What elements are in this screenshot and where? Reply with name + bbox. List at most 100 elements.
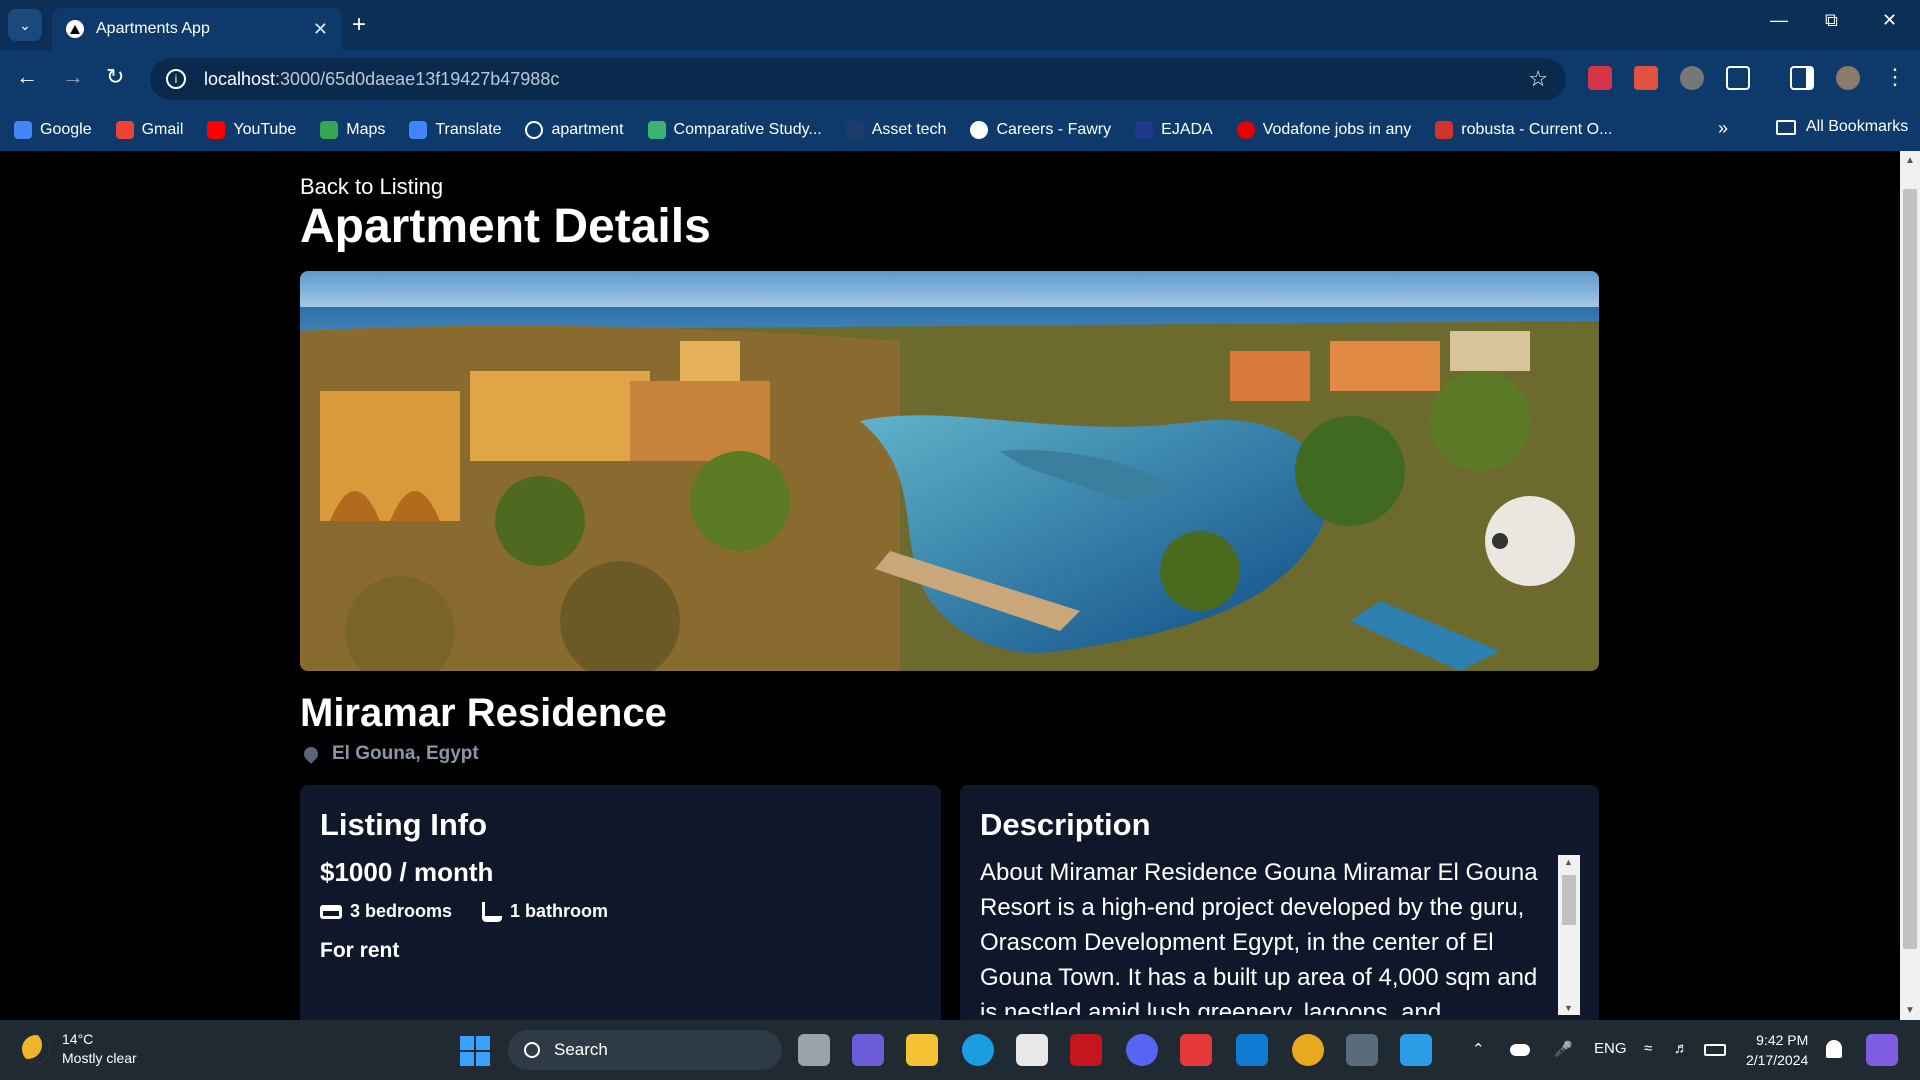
bookmark-label: EJADA — [1161, 120, 1213, 138]
mcafee-icon[interactable] — [1070, 1034, 1102, 1066]
teams-icon[interactable] — [852, 1034, 884, 1066]
site-info-icon[interactable]: i — [166, 69, 186, 89]
more-bookmarks-icon[interactable]: » — [1718, 118, 1728, 139]
description-card: Description About Miramar Residence Goun… — [960, 785, 1599, 1020]
bookmark-robusta[interactable]: robusta - Current O... — [1435, 120, 1612, 139]
active-tab[interactable]: Apartments App ✕ — [52, 8, 342, 50]
bookmark-vodafone[interactable]: Vodafone jobs in any — [1236, 120, 1411, 139]
scroll-down-icon[interactable]: ▼ — [1905, 1005, 1915, 1016]
bookmark-star-icon[interactable]: ☆ — [1528, 66, 1548, 92]
bedrooms-label: 3 bedrooms — [350, 901, 453, 921]
extensions-puzzle-icon[interactable] — [1726, 66, 1750, 90]
copilot-icon[interactable] — [1866, 1034, 1898, 1066]
task-view-icon[interactable] — [798, 1034, 830, 1066]
bookmark-google[interactable]: Google — [14, 120, 92, 139]
tab-strip: ⌄ Apartments App ✕ + — ⧉ ✕ — [0, 0, 1920, 50]
bookmark-ejada[interactable]: EJADA — [1135, 120, 1213, 139]
bathrooms: 1 bathroom — [482, 901, 608, 922]
side-panel-icon[interactable] — [1790, 66, 1814, 90]
file-explorer-icon[interactable] — [906, 1034, 938, 1066]
anydesk-icon[interactable] — [1180, 1034, 1212, 1066]
restore-icon[interactable]: ⧉ — [1825, 10, 1838, 31]
close-icon[interactable]: ✕ — [313, 19, 328, 40]
store-icon[interactable] — [1016, 1034, 1048, 1066]
google-icon — [14, 120, 32, 139]
bookmark-gmail[interactable]: Gmail — [115, 120, 184, 139]
bookmark-asset-tech[interactable]: Asset tech — [845, 120, 947, 139]
weather-widget[interactable]: 14°C Mostly clear — [22, 1030, 137, 1068]
taskbar: 14°C Mostly clear Search ⌃ 🎤 ENG ≈ ♬ 9:4… — [0, 1020, 1920, 1080]
bookmark-apartment[interactable]: apartment — [525, 120, 624, 139]
scroll-up-icon[interactable]: ▲ — [1905, 155, 1915, 166]
windows-start-icon[interactable] — [460, 1036, 490, 1066]
notification-bell-icon[interactable] — [1826, 1040, 1842, 1058]
bookmark-maps[interactable]: Maps — [320, 120, 386, 139]
bookmark-comparative-study[interactable]: Comparative Study... — [647, 120, 822, 139]
maps-icon — [320, 120, 339, 139]
menu-kebab-icon[interactable]: ⋮ — [1884, 64, 1906, 90]
taskbar-search[interactable]: Search — [508, 1030, 782, 1070]
clock-time: 9:42 PM — [1756, 1032, 1809, 1048]
apartment-name: Miramar Residence — [300, 691, 667, 735]
listing-info-card: Listing Info $1000 / month 3 bedrooms 1 … — [300, 785, 941, 1020]
reload-icon[interactable]: ↻ — [106, 64, 124, 90]
features-row: 3 bedrooms 1 bathroom — [320, 901, 638, 922]
new-tab-button[interactable]: + — [352, 12, 366, 38]
address-bar[interactable]: i localhost:3000/65d0daeae13f19427b47988… — [150, 58, 1566, 100]
bookmark-label: Asset tech — [871, 120, 947, 138]
location-pin-icon — [301, 744, 321, 764]
scroll-down-icon[interactable]: ▼ — [1564, 1003, 1573, 1013]
site-favicon-icon — [66, 20, 84, 38]
bookmark-careers-fawry[interactable]: Careers - Fawry — [970, 120, 1111, 139]
volume-icon[interactable]: ♬ — [1674, 1040, 1689, 1057]
window-close-icon[interactable]: ✕ — [1882, 10, 1897, 31]
page-scrollbar[interactable]: ▲ ▼ — [1900, 151, 1920, 1020]
bookmark-label: Maps — [346, 120, 386, 138]
url-host: localhost — [204, 68, 276, 89]
leaf-icon — [647, 120, 666, 139]
extension-icon[interactable] — [1634, 66, 1658, 90]
clock[interactable]: 9:42 PM 2/17/2024 — [1746, 1030, 1808, 1070]
bookmark-label: Translate — [435, 120, 502, 138]
back-to-listing-link[interactable]: Back to Listing — [300, 174, 443, 200]
language-indicator[interactable]: ENG — [1594, 1040, 1627, 1057]
toolbar: ← → ↻ i localhost:3000/65d0daeae13f19427… — [0, 50, 1920, 108]
bookmark-label: Gmail — [141, 120, 184, 138]
discord-icon[interactable] — [1126, 1034, 1158, 1066]
chrome-icon[interactable] — [1292, 1034, 1324, 1066]
bookmark-label: YouTube — [233, 120, 297, 138]
show-hidden-icons[interactable]: ⌃ — [1472, 1040, 1485, 1058]
extension-circle-icon[interactable] — [1680, 66, 1704, 90]
battery-icon[interactable] — [1704, 1044, 1726, 1056]
vscode-icon[interactable] — [1236, 1034, 1268, 1066]
edge-icon[interactable] — [962, 1034, 994, 1066]
bookmark-translate[interactable]: Translate — [409, 120, 502, 139]
description-scroll-thumb[interactable] — [1562, 875, 1576, 925]
app-icon[interactable] — [1346, 1034, 1378, 1066]
tab-search-button[interactable]: ⌄ — [8, 9, 42, 41]
vodafone-icon — [1236, 120, 1255, 139]
search-label: Search — [554, 1040, 608, 1059]
bookmark-youtube[interactable]: YouTube — [207, 120, 297, 139]
listing-status: For rent — [320, 939, 400, 962]
bed-icon — [320, 904, 342, 919]
tab-title: Apartments App — [96, 20, 210, 37]
description-scrollbar[interactable]: ▲ ▼ — [1558, 855, 1580, 1015]
description-text[interactable]: About Miramar Residence Gouna Miramar El… — [980, 855, 1580, 1015]
microphone-icon[interactable]: 🎤 — [1554, 1040, 1573, 1058]
forward-icon[interactable]: → — [62, 64, 84, 90]
all-bookmarks-button[interactable]: All Bookmarks — [1776, 118, 1908, 136]
browser-chrome: ⌄ Apartments App ✕ + — ⧉ ✕ ← → ↻ i local… — [0, 0, 1920, 151]
wifi-icon[interactable]: ≈ — [1644, 1040, 1652, 1057]
search-icon — [524, 1042, 540, 1058]
scroll-up-icon[interactable]: ▲ — [1564, 857, 1573, 867]
minimize-icon[interactable]: — — [1770, 10, 1788, 31]
profile-avatar[interactable] — [1836, 66, 1860, 90]
listing-info-heading: Listing Info — [320, 807, 488, 842]
temperature: 14°C — [62, 1031, 94, 1047]
extension-pocket-icon[interactable] — [1588, 66, 1612, 90]
notepad-icon[interactable] — [1400, 1034, 1432, 1066]
page-scroll-thumb[interactable] — [1903, 189, 1917, 949]
onedrive-icon[interactable] — [1510, 1044, 1530, 1056]
back-icon[interactable]: ← — [16, 64, 38, 90]
